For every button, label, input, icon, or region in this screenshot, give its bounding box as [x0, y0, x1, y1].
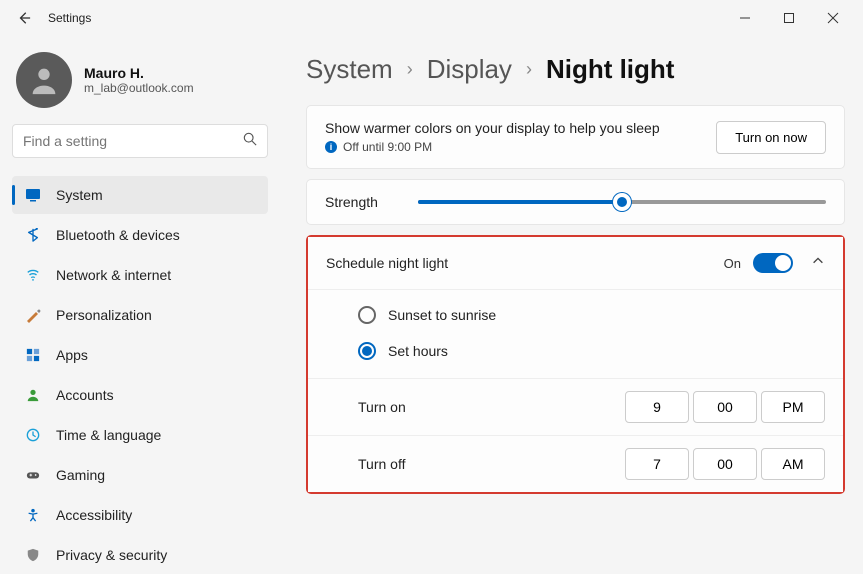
- sidebar-item-label: Apps: [56, 347, 88, 363]
- sidebar-item-personalization[interactable]: Personalization: [12, 296, 268, 334]
- search-box[interactable]: [12, 124, 268, 158]
- radio-sunset[interactable]: [358, 306, 376, 324]
- sidebar: Mauro H. m_lab@outlook.com System Blueto…: [0, 36, 280, 574]
- sidebar-item-network[interactable]: Network & internet: [12, 256, 268, 294]
- status-text: Off until 9:00 PM: [343, 140, 432, 154]
- radio-sunset-label: Sunset to sunrise: [388, 307, 496, 323]
- gaming-icon: [24, 466, 42, 484]
- chevron-right-icon: ›: [407, 59, 413, 80]
- turn-off-row: Turn off 7 00 AM: [308, 435, 843, 492]
- profile-email: m_lab@outlook.com: [84, 81, 194, 95]
- status-description: Show warmer colors on your display to he…: [325, 120, 716, 136]
- sidebar-item-label: System: [56, 187, 103, 203]
- schedule-section: Schedule night light On Sunset to sunris…: [306, 235, 845, 494]
- profile-name: Mauro H.: [84, 65, 194, 81]
- schedule-toggle[interactable]: [753, 253, 793, 273]
- strength-card: Strength: [306, 179, 845, 225]
- time-icon: [24, 426, 42, 444]
- schedule-label: Schedule night light: [326, 255, 724, 271]
- strength-label: Strength: [325, 194, 378, 210]
- shield-icon: [24, 546, 42, 564]
- radio-sunset-row[interactable]: Sunset to sunrise: [308, 290, 843, 334]
- avatar: [16, 52, 72, 108]
- turn-on-ampm[interactable]: PM: [761, 391, 825, 423]
- page-title: Night light: [546, 54, 675, 85]
- back-button[interactable]: [8, 2, 40, 34]
- minimize-button[interactable]: [723, 2, 767, 34]
- sidebar-item-label: Accounts: [56, 387, 114, 403]
- status-card: Show warmer colors on your display to he…: [306, 105, 845, 169]
- profile-block[interactable]: Mauro H. m_lab@outlook.com: [12, 46, 268, 124]
- bluetooth-icon: [24, 226, 42, 244]
- sidebar-item-label: Network & internet: [56, 267, 171, 283]
- turn-on-row: Turn on 9 00 PM: [308, 378, 843, 435]
- main-panel: System › Display › Night light Show warm…: [280, 36, 863, 574]
- sidebar-item-system[interactable]: System: [12, 176, 268, 214]
- sidebar-item-label: Gaming: [56, 467, 105, 483]
- sidebar-item-privacy[interactable]: Privacy & security: [12, 536, 268, 574]
- breadcrumb-system[interactable]: System: [306, 54, 393, 85]
- turn-on-now-button[interactable]: Turn on now: [716, 121, 826, 154]
- breadcrumb-display[interactable]: Display: [427, 54, 512, 85]
- slider-thumb[interactable]: [613, 193, 631, 211]
- sidebar-item-label: Time & language: [56, 427, 161, 443]
- search-icon: [243, 132, 257, 151]
- personalization-icon: [24, 306, 42, 324]
- turn-off-hour[interactable]: 7: [625, 448, 689, 480]
- turn-on-hour[interactable]: 9: [625, 391, 689, 423]
- sidebar-item-accounts[interactable]: Accounts: [12, 376, 268, 414]
- turn-on-minute[interactable]: 00: [693, 391, 757, 423]
- nav-list: System Bluetooth & devices Network & int…: [12, 176, 268, 574]
- collapse-button[interactable]: [811, 254, 825, 273]
- accessibility-icon: [24, 506, 42, 524]
- turn-on-label: Turn on: [358, 399, 498, 415]
- sidebar-item-time[interactable]: Time & language: [12, 416, 268, 454]
- sidebar-item-label: Bluetooth & devices: [56, 227, 180, 243]
- sidebar-item-gaming[interactable]: Gaming: [12, 456, 268, 494]
- close-button[interactable]: [811, 2, 855, 34]
- sidebar-item-accessibility[interactable]: Accessibility: [12, 496, 268, 534]
- window-title: Settings: [48, 11, 91, 25]
- turn-off-ampm[interactable]: AM: [761, 448, 825, 480]
- sidebar-item-label: Privacy & security: [56, 547, 167, 563]
- maximize-button[interactable]: [767, 2, 811, 34]
- sidebar-item-label: Accessibility: [56, 507, 132, 523]
- apps-icon: [24, 346, 42, 364]
- sidebar-item-bluetooth[interactable]: Bluetooth & devices: [12, 216, 268, 254]
- system-icon: [24, 186, 42, 204]
- network-icon: [24, 266, 42, 284]
- turn-off-minute[interactable]: 00: [693, 448, 757, 480]
- schedule-header[interactable]: Schedule night light On: [308, 237, 843, 290]
- radio-sethours[interactable]: [358, 342, 376, 360]
- sidebar-item-apps[interactable]: Apps: [12, 336, 268, 374]
- chevron-right-icon: ›: [526, 59, 532, 80]
- radio-sethours-row[interactable]: Set hours: [308, 334, 843, 378]
- search-input[interactable]: [23, 133, 243, 149]
- breadcrumb: System › Display › Night light: [306, 54, 845, 85]
- sidebar-item-label: Personalization: [56, 307, 152, 323]
- strength-slider[interactable]: [418, 200, 826, 204]
- accounts-icon: [24, 386, 42, 404]
- radio-sethours-label: Set hours: [388, 343, 448, 359]
- titlebar: Settings: [0, 0, 863, 36]
- schedule-state: On: [724, 256, 741, 271]
- info-icon: i: [325, 141, 337, 153]
- turn-off-label: Turn off: [358, 456, 498, 472]
